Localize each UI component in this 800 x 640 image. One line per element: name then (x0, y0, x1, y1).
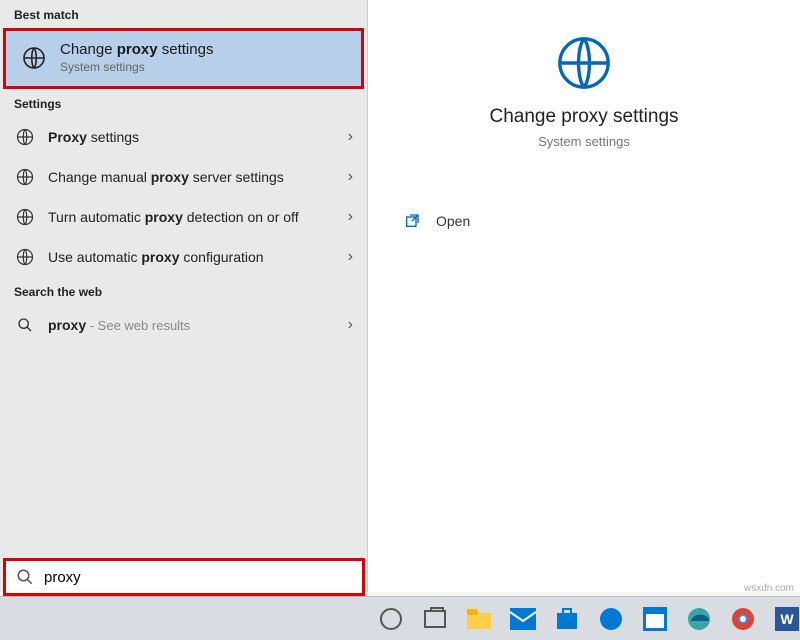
search-input[interactable] (44, 569, 352, 586)
settings-item-label: Change manual proxy server settings (48, 168, 348, 186)
svg-text:W: W (780, 611, 794, 627)
globe-icon (20, 44, 48, 72)
taskbar: W (0, 596, 800, 640)
open-label: Open (436, 213, 470, 229)
open-icon (402, 211, 422, 231)
cortana-icon[interactable] (378, 606, 404, 632)
web-item-label: proxy - See web results (48, 316, 348, 335)
task-view-icon[interactable] (422, 606, 448, 632)
watermark: wsxdn.com (744, 583, 794, 594)
chevron-right-icon: › (348, 168, 353, 186)
settings-header: Settings (0, 89, 367, 117)
settings-item-proxy-settings[interactable]: Proxy settings › (0, 117, 367, 157)
search-icon (16, 568, 34, 586)
settings-item-label: Proxy settings (48, 128, 348, 146)
settings-item-change-manual-proxy[interactable]: Change manual proxy server settings › (0, 157, 367, 197)
globe-icon (14, 246, 36, 268)
chrome-icon[interactable] (730, 606, 756, 632)
settings-item-automatic-proxy-detection[interactable]: Turn automatic proxy detection on or off… (0, 197, 367, 237)
best-match-change-proxy-settings[interactable]: Change proxy settings System settings (3, 28, 364, 89)
dell-icon[interactable] (598, 606, 624, 632)
globe-icon (14, 126, 36, 148)
open-action[interactable]: Open (398, 205, 770, 237)
chevron-right-icon: › (348, 248, 353, 266)
mail-icon[interactable] (510, 606, 536, 632)
chevron-right-icon: › (348, 128, 353, 146)
preview-title: Change proxy settings (368, 106, 800, 128)
web-item-proxy[interactable]: proxy - See web results › (0, 305, 367, 345)
search-icon (14, 314, 36, 336)
best-match-title: Change proxy settings (60, 41, 213, 58)
store-icon[interactable] (554, 606, 580, 632)
preview-panel: Change proxy settings System settings Op… (368, 0, 800, 592)
globe-icon (14, 166, 36, 188)
globe-icon (14, 206, 36, 228)
settings-item-label: Turn automatic proxy detection on or off (48, 208, 348, 226)
preview-subtitle: System settings (368, 134, 800, 149)
chevron-right-icon: › (348, 208, 353, 226)
search-bar[interactable] (3, 558, 365, 596)
best-match-header: Best match (0, 0, 367, 28)
search-results-panel: Best match Change proxy settings System … (0, 0, 368, 592)
word-icon[interactable]: W (774, 606, 800, 632)
settings-item-label: Use automatic proxy configuration (48, 248, 348, 266)
settings-item-automatic-proxy-config[interactable]: Use automatic proxy configuration › (0, 237, 367, 277)
calendar-icon[interactable] (642, 606, 668, 632)
best-match-subtitle: System settings (60, 60, 213, 74)
globe-icon (555, 34, 613, 92)
chevron-right-icon: › (348, 316, 353, 334)
file-explorer-icon[interactable] (466, 606, 492, 632)
web-header: Search the web (0, 277, 367, 305)
edge-icon[interactable] (686, 606, 712, 632)
